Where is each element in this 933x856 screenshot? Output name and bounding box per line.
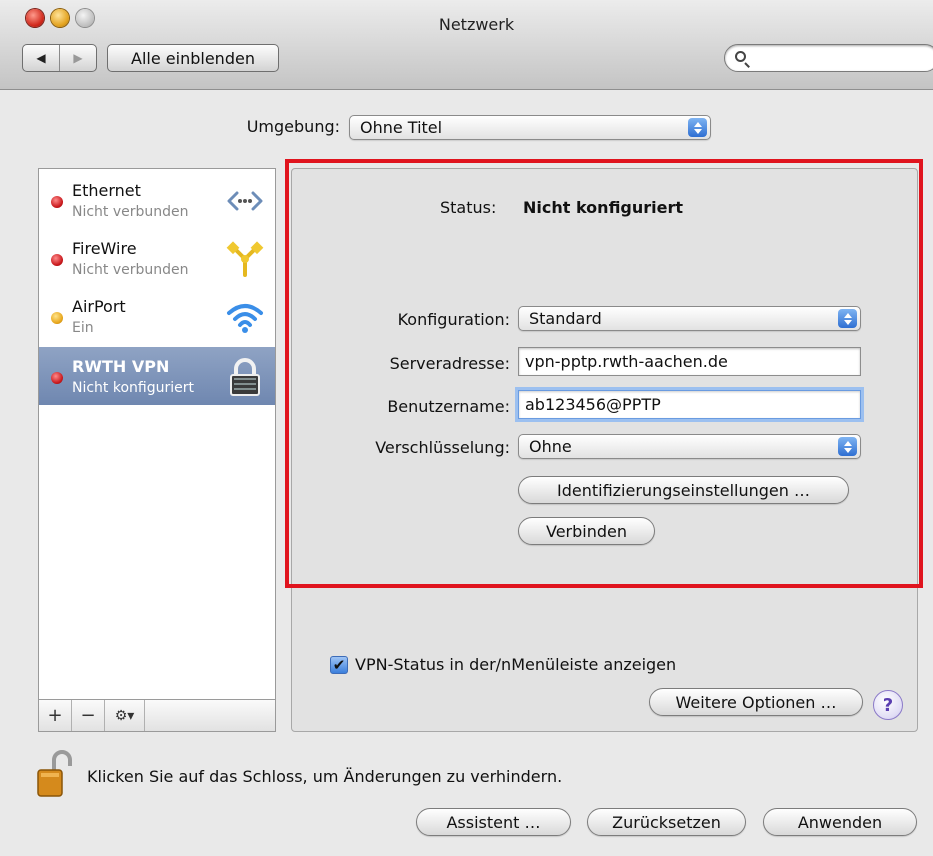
service-status: Nicht konfiguriert: [72, 380, 195, 396]
status-value: Nicht konfiguriert: [523, 198, 684, 217]
search-field[interactable]: [724, 44, 933, 72]
service-name: Ethernet: [72, 181, 141, 200]
configuration-value: Standard: [529, 309, 602, 328]
encryption-popup[interactable]: Ohne: [518, 434, 861, 459]
status-dot-yellow: [51, 312, 63, 324]
status-label: Status:: [440, 198, 497, 217]
encryption-value: Ohne: [529, 437, 572, 456]
status-dot-red: [51, 254, 63, 266]
server-address-field[interactable]: vpn-pptp.rwth-aachen.de: [518, 347, 861, 376]
vpn-lock-icon: [230, 358, 260, 396]
status-dot-red: [51, 196, 63, 208]
apply-button[interactable]: Anwenden: [763, 808, 917, 836]
service-name: FireWire: [72, 239, 137, 258]
service-name: RWTH VPN: [72, 357, 170, 376]
show-vpn-status-checkbox[interactable]: ✔: [330, 656, 348, 674]
service-status: Nicht verbunden: [72, 262, 189, 278]
popup-arrows-icon: [838, 437, 857, 456]
service-list: Ethernet Nicht verbunden FireWire Nicht …: [38, 168, 276, 700]
service-status: Nicht verbunden: [72, 204, 189, 220]
advanced-button[interactable]: Weitere Optionen …: [649, 688, 863, 716]
search-icon: [735, 51, 746, 62]
service-action-menu-button[interactable]: ⚙▾: [105, 700, 145, 731]
forward-button[interactable]: ▶: [59, 45, 96, 71]
airport-wifi-icon: [227, 304, 263, 333]
location-value: Ohne Titel: [360, 118, 443, 137]
lock-icon[interactable]: [36, 750, 74, 798]
popup-arrows-icon: [688, 118, 707, 137]
help-button[interactable]: ?: [873, 690, 903, 720]
add-service-button[interactable]: +: [39, 700, 72, 731]
account-name-label: Benutzername:: [387, 397, 510, 416]
service-item-firewire[interactable]: FireWire Nicht verbunden: [39, 229, 275, 287]
network-preferences-window: Netzwerk ◀ ▶ Alle einblenden Umgebung: O…: [0, 0, 933, 856]
lock-message: Klicken Sie auf das Schloss, um Änderung…: [87, 767, 563, 786]
authentication-settings-button[interactable]: Identifizierungseinstellungen …: [518, 476, 849, 504]
popup-arrows-icon: [838, 309, 857, 328]
account-name-field[interactable]: ab123456@PPTP: [518, 390, 861, 419]
status-dot-red: [51, 372, 63, 384]
service-list-toolbar: + − ⚙▾: [38, 700, 276, 732]
show-all-button[interactable]: Alle einblenden: [107, 44, 279, 72]
ethernet-icon: [227, 191, 263, 211]
connect-button[interactable]: Verbinden: [518, 517, 655, 545]
location-label: Umgebung:: [246, 117, 340, 136]
show-vpn-status-label: VPN-Status in der/nMenüleiste anzeigen: [355, 655, 677, 674]
back-forward-control: ◀ ▶: [22, 44, 97, 72]
back-button[interactable]: ◀: [23, 45, 59, 71]
service-item-ethernet[interactable]: Ethernet Nicht verbunden: [39, 171, 275, 229]
location-popup[interactable]: Ohne Titel: [349, 115, 711, 140]
service-status: Ein: [72, 320, 94, 336]
encryption-label: Verschlüsselung:: [375, 438, 510, 457]
service-item-airport[interactable]: AirPort Ein: [39, 287, 275, 345]
service-item-rwth-vpn[interactable]: RWTH VPN Nicht konfiguriert: [39, 347, 275, 405]
firewire-icon: [226, 241, 264, 277]
configuration-label: Konfiguration:: [397, 310, 510, 329]
service-name: AirPort: [72, 297, 126, 316]
window-title: Netzwerk: [438, 15, 515, 34]
revert-button[interactable]: Zurücksetzen: [587, 808, 746, 836]
configuration-popup[interactable]: Standard: [518, 306, 861, 331]
server-address-label: Serveradresse:: [389, 354, 510, 373]
title-bar: Netzwerk ◀ ▶ Alle einblenden: [0, 0, 933, 90]
assistant-button[interactable]: Assistent …: [416, 808, 571, 836]
remove-service-button[interactable]: −: [72, 700, 105, 731]
